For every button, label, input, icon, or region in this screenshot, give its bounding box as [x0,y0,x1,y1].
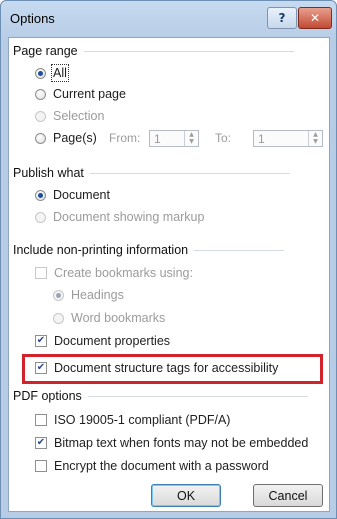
ok-button-label: OK [176,488,196,503]
ok-button[interactable]: OK [151,484,221,507]
encrypt-label: Encrypt the document with a password [54,459,269,473]
publish-what-heading-label: Publish what [13,166,84,180]
down-arrow-icon[interactable]: ▼ [185,138,198,145]
encrypt-checkbox[interactable]: Encrypt the document with a password [35,459,269,473]
radio-pages[interactable]: Page(s) [35,131,97,145]
radio-selection-indicator [35,110,46,122]
help-button[interactable]: ? [267,7,297,29]
radio-all[interactable]: All [35,64,69,82]
radio-document[interactable]: Document [35,188,110,202]
create-bookmarks-checkbox: Create bookmarks using: [35,266,193,280]
to-label: To: [215,131,232,145]
from-value: 1 [154,132,161,146]
cancel-button[interactable]: Cancel [253,484,323,507]
close-icon: ✕ [309,11,321,25]
create-bookmarks-box [35,267,47,279]
publish-what-heading: Publish what [13,166,290,180]
document-properties-label: Document properties [54,334,171,348]
cancel-button-label: Cancel [268,488,308,503]
radio-headings: Headings [53,288,124,302]
radio-selection: Selection [35,109,104,123]
to-spinner[interactable]: 1 ▲ ▼ [253,130,323,147]
pdf-options-heading-label: PDF options [13,389,82,403]
radio-document-label: Document [53,188,110,202]
to-value: 1 [258,132,265,146]
iso-checkbox[interactable]: ISO 19005-1 compliant (PDF/A) [35,413,230,427]
bitmap-text-label: Bitmap text when fonts may not be embedd… [54,436,309,450]
dialog-body: Page range All Current page Selection Pa… [8,37,330,512]
radio-pages-label: Page(s) [53,131,97,145]
page-range-heading: Page range [13,44,293,58]
from-spinner[interactable]: 1 ▲ ▼ [149,130,199,147]
radio-all-indicator[interactable] [35,67,46,79]
radio-document-markup-indicator [35,211,46,223]
close-button[interactable]: ✕ [298,7,332,29]
dialog-title: Options [10,11,55,26]
radio-current-page-label: Current page [53,87,126,101]
from-spinner-arrows[interactable]: ▲ ▼ [184,131,198,146]
checkmark-icon[interactable]: ✔ [35,335,47,347]
radio-document-indicator[interactable] [35,189,46,201]
from-label: From: [109,131,141,145]
non-printing-heading-label: Include non-printing information [13,243,189,257]
radio-document-markup: Document showing markup [35,210,204,224]
down-arrow-icon[interactable]: ▼ [309,138,322,145]
bitmap-text-checkbox[interactable]: ✔ Bitmap text when fonts may not be embe… [35,436,308,450]
title-bar[interactable]: Options ? ✕ [1,1,336,37]
document-properties-checkbox[interactable]: ✔ Document properties [35,334,170,348]
pdf-options-heading: PDF options [13,389,307,403]
iso-label: ISO 19005-1 compliant (PDF/A) [54,413,231,427]
up-arrow-icon[interactable]: ▲ [309,131,322,138]
iso-box[interactable] [35,414,47,426]
radio-document-markup-label: Document showing markup [53,210,205,224]
radio-current-page[interactable]: Current page [35,87,126,101]
options-dialog: Options ? ✕ Page range All Current page … [0,0,337,519]
radio-selection-label: Selection [53,109,105,123]
to-spinner-arrows[interactable]: ▲ ▼ [308,131,322,146]
up-arrow-icon[interactable]: ▲ [185,131,198,138]
radio-word-bookmarks-indicator [53,312,64,324]
create-bookmarks-label: Create bookmarks using: [54,266,193,280]
radio-headings-indicator [53,289,64,301]
highlight-box [22,354,323,384]
page-range-heading-label: Page range [13,44,78,58]
radio-headings-label: Headings [71,288,124,302]
radio-word-bookmarks: Word bookmarks [53,311,165,325]
non-printing-heading: Include non-printing information [13,243,285,257]
radio-word-bookmarks-label: Word bookmarks [71,311,166,325]
radio-pages-indicator[interactable] [35,132,46,144]
encrypt-box[interactable] [35,460,47,472]
help-icon: ? [278,11,286,25]
radio-current-page-indicator[interactable] [35,88,46,100]
checkmark-icon[interactable]: ✔ [35,437,47,449]
radio-all-label: All [51,64,69,82]
